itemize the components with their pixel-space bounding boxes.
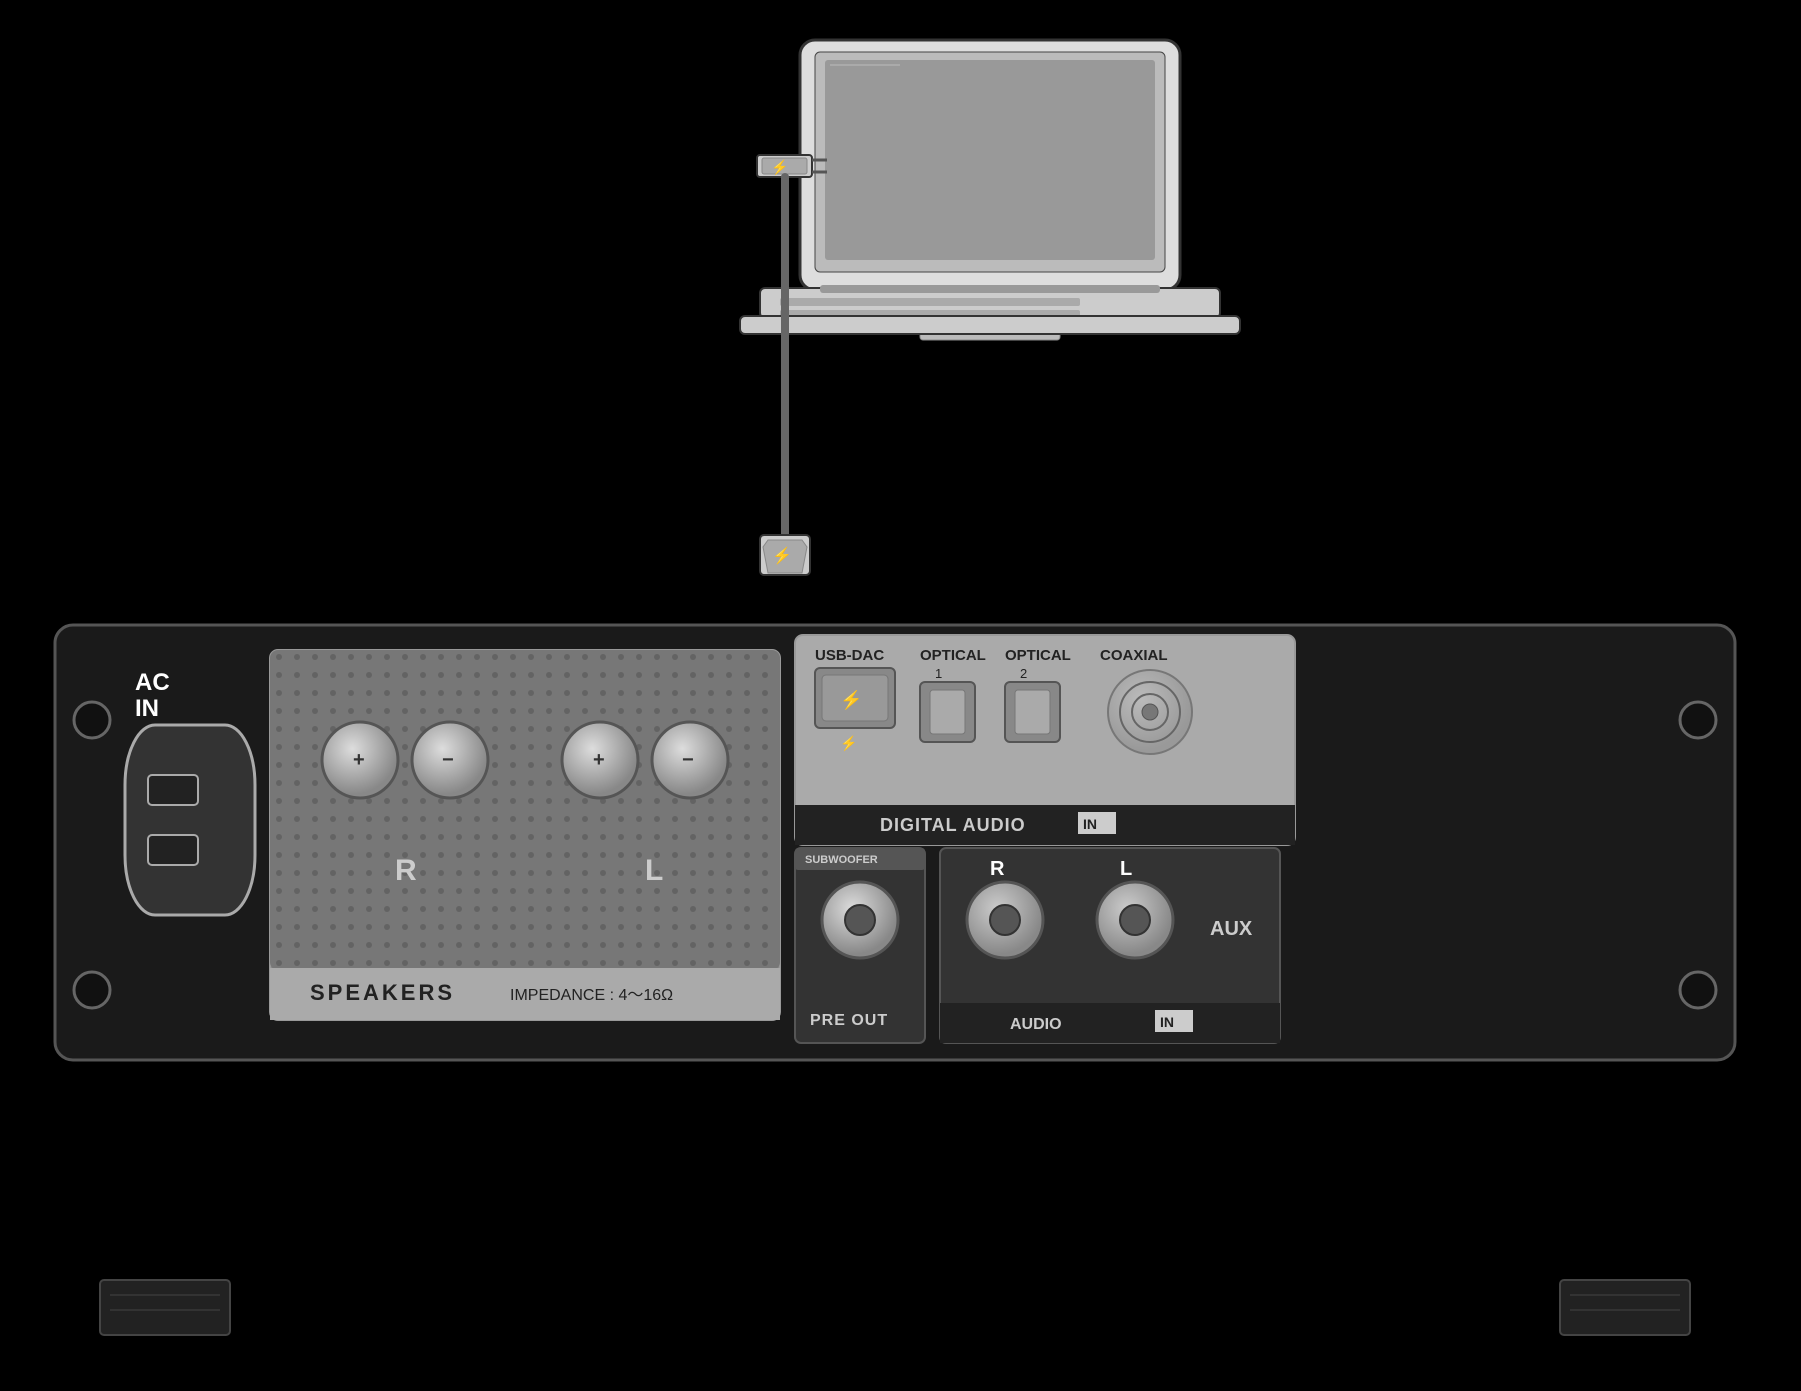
- svg-text:R: R: [395, 854, 417, 887]
- usb-b-connector: ⚡: [760, 535, 810, 575]
- audio-label: AUDIO: [1010, 1016, 1062, 1033]
- optical1-num: 1: [935, 666, 942, 681]
- subwoofer-label: SUBWOOFER: [805, 854, 878, 866]
- svg-text:IN: IN: [135, 695, 159, 722]
- svg-text:L: L: [645, 854, 663, 887]
- svg-text:⚡: ⚡: [772, 546, 792, 565]
- digital-audio-label: DIGITAL AUDIO: [880, 815, 1026, 835]
- usb-dac-label: USB-DAC: [815, 647, 884, 664]
- rca-r-label: R: [990, 858, 1005, 880]
- pre-out-label: PRE OUT: [810, 1012, 888, 1029]
- amp-back-panel: AC IN + −: [55, 625, 1735, 1060]
- aux-label: AUX: [1210, 918, 1253, 940]
- laptop-illustration: [740, 40, 1240, 340]
- speakers-label: SPEAKERS: [310, 980, 455, 1005]
- svg-text:⚡: ⚡: [840, 689, 862, 711]
- svg-text:−: −: [682, 749, 694, 771]
- svg-text:⚡: ⚡: [840, 735, 857, 752]
- optical2-label: OPTICAL: [1005, 647, 1071, 664]
- optical1-label: OPTICAL: [920, 647, 986, 664]
- diagram-container: ⚡ ⚡ AC IN: [0, 0, 1801, 1386]
- svg-text:−: −: [442, 749, 454, 771]
- impedance-label: IMPEDANCE : 4～16Ω: [510, 987, 673, 1004]
- coaxial-label: COAXIAL: [1100, 647, 1168, 664]
- rca-l-label: L: [1120, 858, 1132, 880]
- ac-in-label: AC: [135, 669, 170, 696]
- optical2-num: 2: [1020, 666, 1027, 681]
- audio-in-badge: IN: [1160, 1014, 1174, 1030]
- svg-text:+: +: [593, 749, 605, 771]
- digital-in-badge: IN: [1083, 816, 1097, 832]
- svg-text:+: +: [353, 749, 365, 771]
